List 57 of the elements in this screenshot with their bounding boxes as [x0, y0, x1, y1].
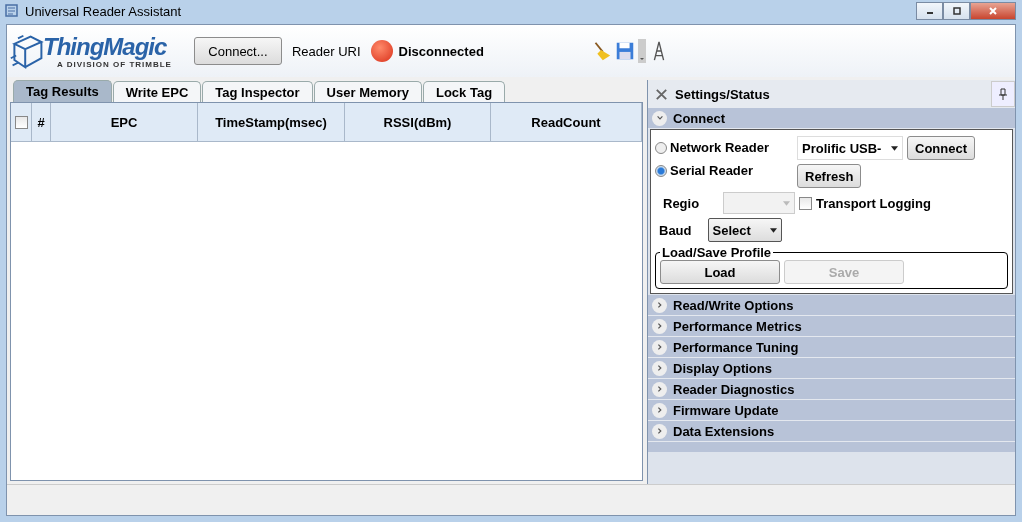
port-dropdown[interactable]: Prolific USB- [797, 136, 903, 160]
minimize-button[interactable] [916, 2, 943, 20]
tab[interactable]: Lock Tag [423, 81, 506, 102]
tab[interactable]: Tag Results [13, 80, 112, 102]
column-header: RSSI(dBm) [345, 103, 491, 141]
window-title: Universal Reader Assistant [25, 3, 182, 19]
connect-button[interactable]: Connect... [193, 37, 282, 65]
maximize-icon [951, 6, 962, 16]
panel-title: Settings/Status [675, 86, 770, 102]
load-button[interactable]: Load [660, 260, 780, 284]
logo-wordmark: ThingMagic [43, 33, 167, 60]
chevron-icon [655, 385, 664, 393]
section-header[interactable]: Firmware Update [648, 400, 1015, 421]
section-header[interactable]: Reader Diagnostics [648, 379, 1015, 400]
caret-icon [769, 227, 777, 233]
section-header[interactable]: Performance Metrics [648, 316, 1015, 337]
section-header[interactable]: Display Options [648, 358, 1015, 379]
maximize-button[interactable] [943, 2, 970, 20]
reader-uri-label: Reader URI [291, 43, 361, 59]
baud-label: Baud [659, 222, 692, 238]
column-header: # [32, 103, 51, 141]
column-header: TimeStamp(msec) [198, 103, 345, 141]
tab[interactable]: User Memory [313, 81, 422, 102]
column-header: EPC [51, 103, 198, 141]
close-button[interactable] [970, 2, 1016, 20]
chevron-icon [655, 114, 664, 122]
region-label: Regio [663, 195, 701, 211]
transport-logging-checkbox[interactable] [799, 196, 812, 210]
app-icon [4, 3, 20, 19]
section-header[interactable]: Data Extensions [648, 421, 1015, 442]
chevron-icon [655, 322, 664, 330]
close-icon [988, 6, 998, 16]
pin-button[interactable] [991, 81, 1015, 107]
caret-icon [891, 145, 898, 151]
baud-dropdown[interactable]: Select [707, 218, 782, 242]
connection-status: Disconnected [398, 43, 484, 59]
chevron-icon [655, 364, 664, 372]
section-header[interactable]: Connect [648, 108, 1015, 129]
section-header[interactable]: Performance Tuning [648, 337, 1015, 358]
chevron-icon [655, 343, 664, 351]
chevron-icon [655, 301, 664, 309]
connect-button[interactable]: Connect [907, 136, 975, 160]
radio-button[interactable]: Network Reader [655, 140, 797, 155]
chevron-icon [655, 427, 664, 435]
radio-button[interactable]: Serial Reader [655, 163, 797, 178]
group-title: Load/Save Profile [660, 245, 774, 260]
tab[interactable]: Write EPC [112, 81, 202, 102]
logo-tagline: A DIVISION OF TRIMBLE [57, 59, 172, 69]
column-header: ReadCount [491, 103, 642, 141]
chevron-icon [655, 406, 664, 414]
caret-icon [783, 200, 790, 206]
select-all-checkbox[interactable] [14, 115, 28, 129]
refresh-button[interactable]: Refresh [797, 164, 862, 188]
pin-icon [998, 88, 1008, 100]
section-header[interactable]: Read/Write Options [648, 295, 1015, 316]
transport-logging-label: Transport Logging [816, 195, 931, 211]
tab[interactable]: Tag Inspector [202, 81, 313, 102]
